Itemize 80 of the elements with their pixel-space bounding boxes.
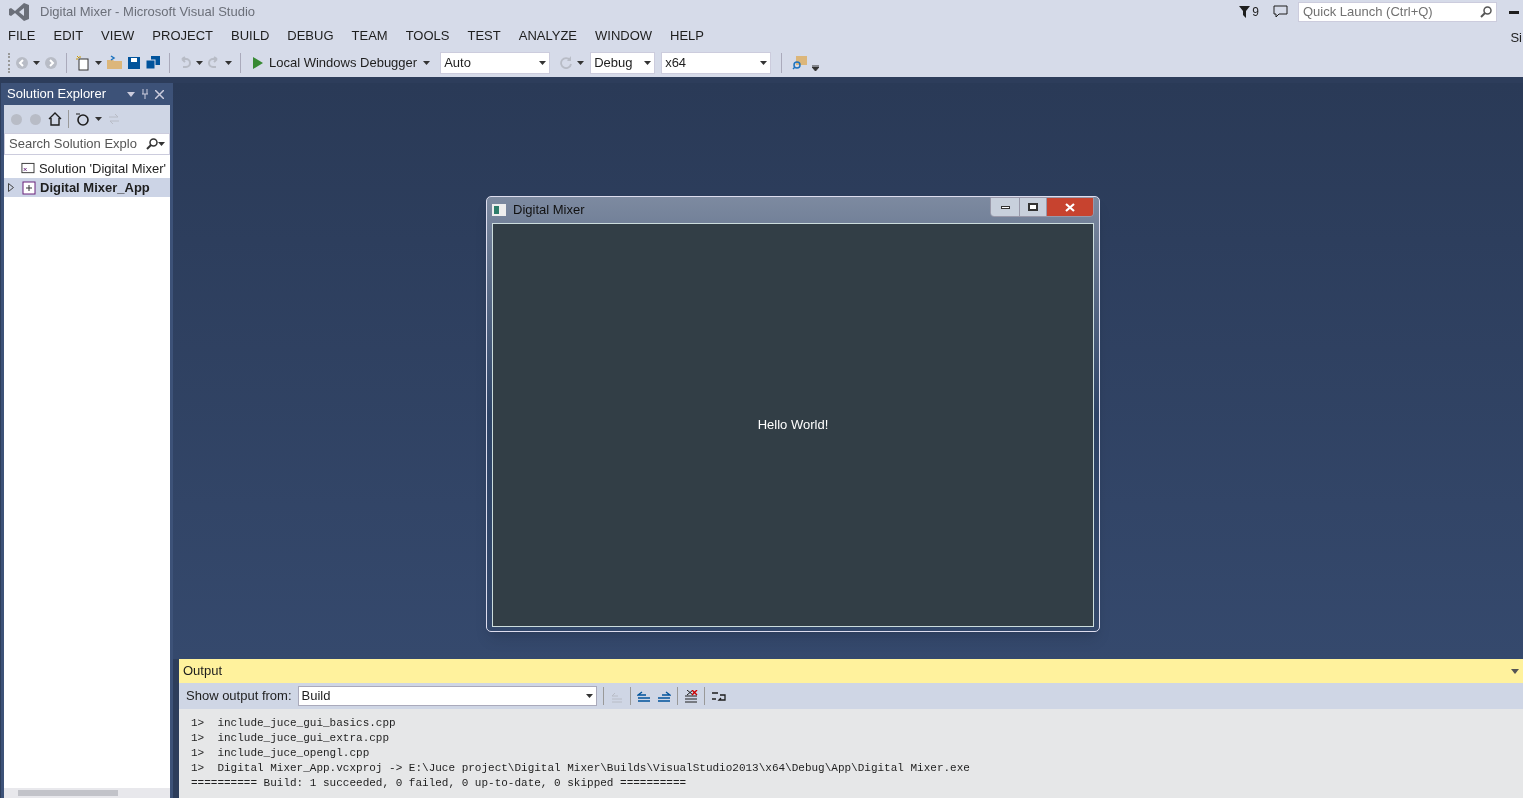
- tree-item[interactable]: Solution 'Digital Mixer': [4, 159, 170, 178]
- caret-icon: [577, 60, 585, 65]
- caret-icon: [760, 60, 768, 65]
- previous-message-icon[interactable]: [636, 689, 651, 703]
- home-icon[interactable]: [48, 112, 62, 126]
- tree-label: Solution 'Digital Mixer': [38, 159, 166, 178]
- menu-item[interactable]: TEST: [461, 26, 507, 46]
- find-in-files-icon[interactable]: [792, 55, 809, 70]
- play-icon: [253, 56, 263, 69]
- caret-icon: [158, 142, 165, 146]
- dropdown-caret-icon[interactable]: [1511, 668, 1519, 674]
- tree-item[interactable]: Digital Mixer_App: [4, 178, 170, 197]
- window-title: Digital Mixer - Microsoft Visual Studio: [40, 3, 256, 22]
- menu-item[interactable]: TOOLS: [399, 26, 456, 46]
- close-icon[interactable]: [155, 89, 164, 99]
- horizontal-scrollbar[interactable]: [4, 788, 170, 798]
- search-icon[interactable]: [1480, 6, 1492, 18]
- caret-icon: [33, 60, 40, 65]
- menu-item[interactable]: TEAM: [345, 26, 394, 46]
- menu-item[interactable]: PROJECT: [146, 26, 219, 46]
- project-icon: [22, 180, 36, 195]
- menu-item[interactable]: VIEW: [95, 26, 141, 46]
- edge-text: Si: [1510, 29, 1522, 48]
- caret-icon: [423, 60, 431, 65]
- caret-icon: [95, 60, 102, 65]
- maximize-button[interactable]: [1019, 198, 1046, 216]
- clear-all-icon[interactable]: [683, 689, 698, 703]
- minimize-button[interactable]: [991, 198, 1019, 216]
- overflow-icon[interactable]: [812, 64, 820, 71]
- close-icon: [1065, 202, 1075, 212]
- output-line: ========== Build: 1 succeeded, 0 failed, 0 up-to-date, 0 skipped ==========: [191, 776, 687, 791]
- collapsed-triangle-icon[interactable]: [8, 183, 14, 192]
- menu-item[interactable]: BUILD: [225, 26, 276, 46]
- menu-item[interactable]: EDIT: [47, 26, 90, 46]
- output-source-dropdown[interactable]: Build: [297, 686, 597, 706]
- debugger-button[interactable]: Local Windows Debugger: [249, 52, 435, 73]
- caret-icon: [95, 117, 102, 121]
- caret-icon: [644, 60, 652, 65]
- minimize-button[interactable]: [1509, 10, 1519, 14]
- menu-item[interactable]: HELP: [664, 26, 711, 46]
- hello-text: Hello World!: [757, 416, 829, 435]
- dropdown[interactable]: Auto: [440, 51, 551, 74]
- caret-icon: [196, 60, 203, 65]
- toolbar-grip: [8, 52, 11, 73]
- solution-icon: [21, 162, 35, 175]
- caret-icon: [585, 694, 593, 698]
- feedback-icon[interactable]: [1273, 5, 1288, 19]
- output-line: 1> include_juce_gui_extra.cpp: [191, 731, 390, 746]
- notification-count: 9: [1252, 4, 1259, 21]
- word-wrap-icon[interactable]: [710, 689, 727, 703]
- menu-item[interactable]: DEBUG: [281, 26, 340, 46]
- search-icon[interactable]: [146, 138, 158, 150]
- search-field[interactable]: Search Solution Explo: [4, 133, 170, 155]
- tree-label: Digital Mixer_App: [40, 178, 150, 197]
- new-project-icon[interactable]: [75, 54, 91, 71]
- output-line: 1> include_juce_gui_basics.cpp: [191, 716, 396, 731]
- next-message-icon[interactable]: [656, 689, 671, 703]
- dropdown-caret-icon[interactable]: [127, 91, 135, 97]
- dropdown[interactable]: Debug: [590, 51, 656, 74]
- app-window-title: Digital Mixer: [513, 201, 585, 220]
- close-button[interactable]: [1046, 198, 1093, 216]
- pin-icon[interactable]: [141, 89, 149, 99]
- panel-title: Solution Explorer: [7, 85, 107, 104]
- history-icon[interactable]: [75, 112, 89, 126]
- menu-item[interactable]: ANALYZE: [512, 26, 583, 46]
- filter-icon[interactable]: [1239, 6, 1251, 18]
- save-icon[interactable]: [127, 55, 141, 70]
- app-icon: [492, 204, 506, 216]
- menu-item[interactable]: WINDOW: [589, 26, 659, 46]
- dropdown[interactable]: x64: [661, 51, 772, 74]
- logo-icon: [8, 2, 30, 22]
- caret-icon: [225, 60, 232, 65]
- output-line: 1> include_juce_opengl.cpp: [191, 746, 370, 761]
- panel-title: Output: [183, 662, 224, 681]
- menu-item[interactable]: FILE: [2, 26, 42, 46]
- output-source-label: Show output from:: [186, 687, 292, 706]
- caret-icon: [539, 60, 547, 65]
- quick-launch-field[interactable]: Quick Launch (Ctrl+Q): [1298, 2, 1497, 22]
- output-line: 1> Digital Mixer_App.vcxproj -> E:\Juce project\Digital Mixer\Builds\VisualStudio2013\x64\Debug\App\Digital Mixer.exe: [191, 761, 970, 776]
- save-all-icon[interactable]: [145, 55, 161, 70]
